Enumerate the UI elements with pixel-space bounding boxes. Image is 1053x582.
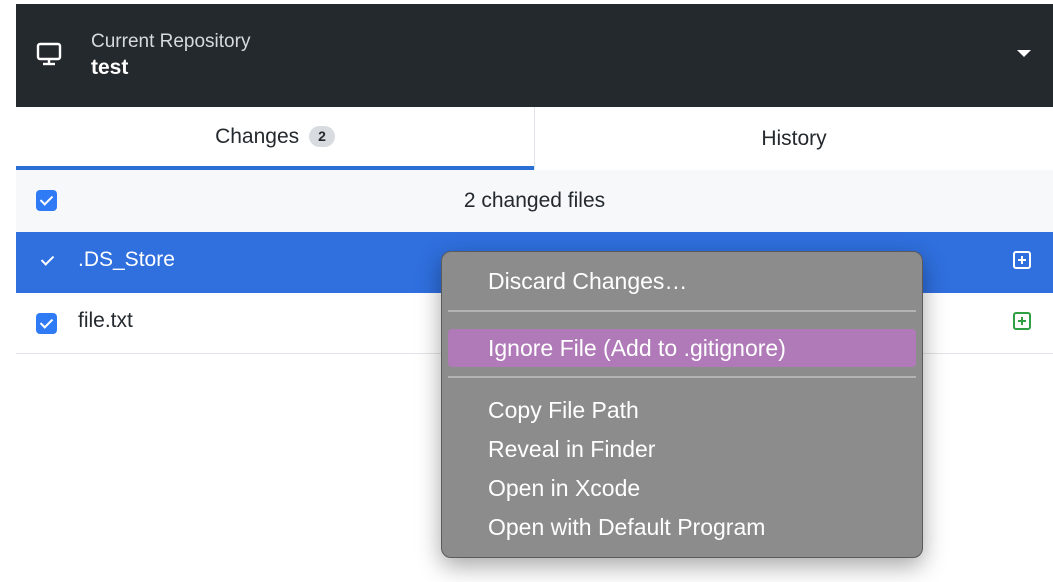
file-checkbox[interactable] <box>36 250 57 271</box>
menu-item-reveal-in-finder[interactable]: Reveal in Finder <box>448 430 916 468</box>
changed-files-count: 2 changed files <box>463 189 606 212</box>
tab-bar: Changes 2 History <box>16 107 1053 171</box>
menu-item-copy-file-path[interactable]: Copy File Path <box>448 391 916 429</box>
menu-item-ignore-file[interactable]: Ignore File (Add to .gitignore) <box>448 329 916 367</box>
caret-down-icon[interactable] <box>1017 50 1031 57</box>
file-name: .DS_Store <box>78 248 175 271</box>
repository-name: test <box>91 56 129 79</box>
menu-item-open-default-program[interactable]: Open with Default Program <box>448 508 916 546</box>
tab-history-label: History <box>761 126 827 150</box>
repository-selector[interactable]: Current Repository test <box>16 4 1053 107</box>
file-checkbox[interactable] <box>36 313 57 334</box>
plus-square-icon <box>1013 312 1031 330</box>
tab-changes[interactable]: Changes 2 <box>16 107 534 170</box>
changed-files-header: 2 changed files <box>16 170 1053 233</box>
desktop-icon <box>36 42 62 66</box>
menu-item-discard-changes[interactable]: Discard Changes… <box>448 262 916 300</box>
tab-changes-label: Changes <box>215 124 300 148</box>
plus-square-icon <box>1013 251 1031 269</box>
changes-count-badge: 2 <box>309 126 335 147</box>
menu-separator <box>448 376 916 378</box>
menu-separator <box>448 310 916 312</box>
tab-history[interactable]: History <box>534 107 1053 170</box>
menu-item-open-in-xcode[interactable]: Open in Xcode <box>448 469 916 507</box>
file-name: file.txt <box>78 309 133 332</box>
file-context-menu: Discard Changes… Ignore File (Add to .gi… <box>441 251 923 558</box>
repository-caption: Current Repository <box>91 31 251 52</box>
